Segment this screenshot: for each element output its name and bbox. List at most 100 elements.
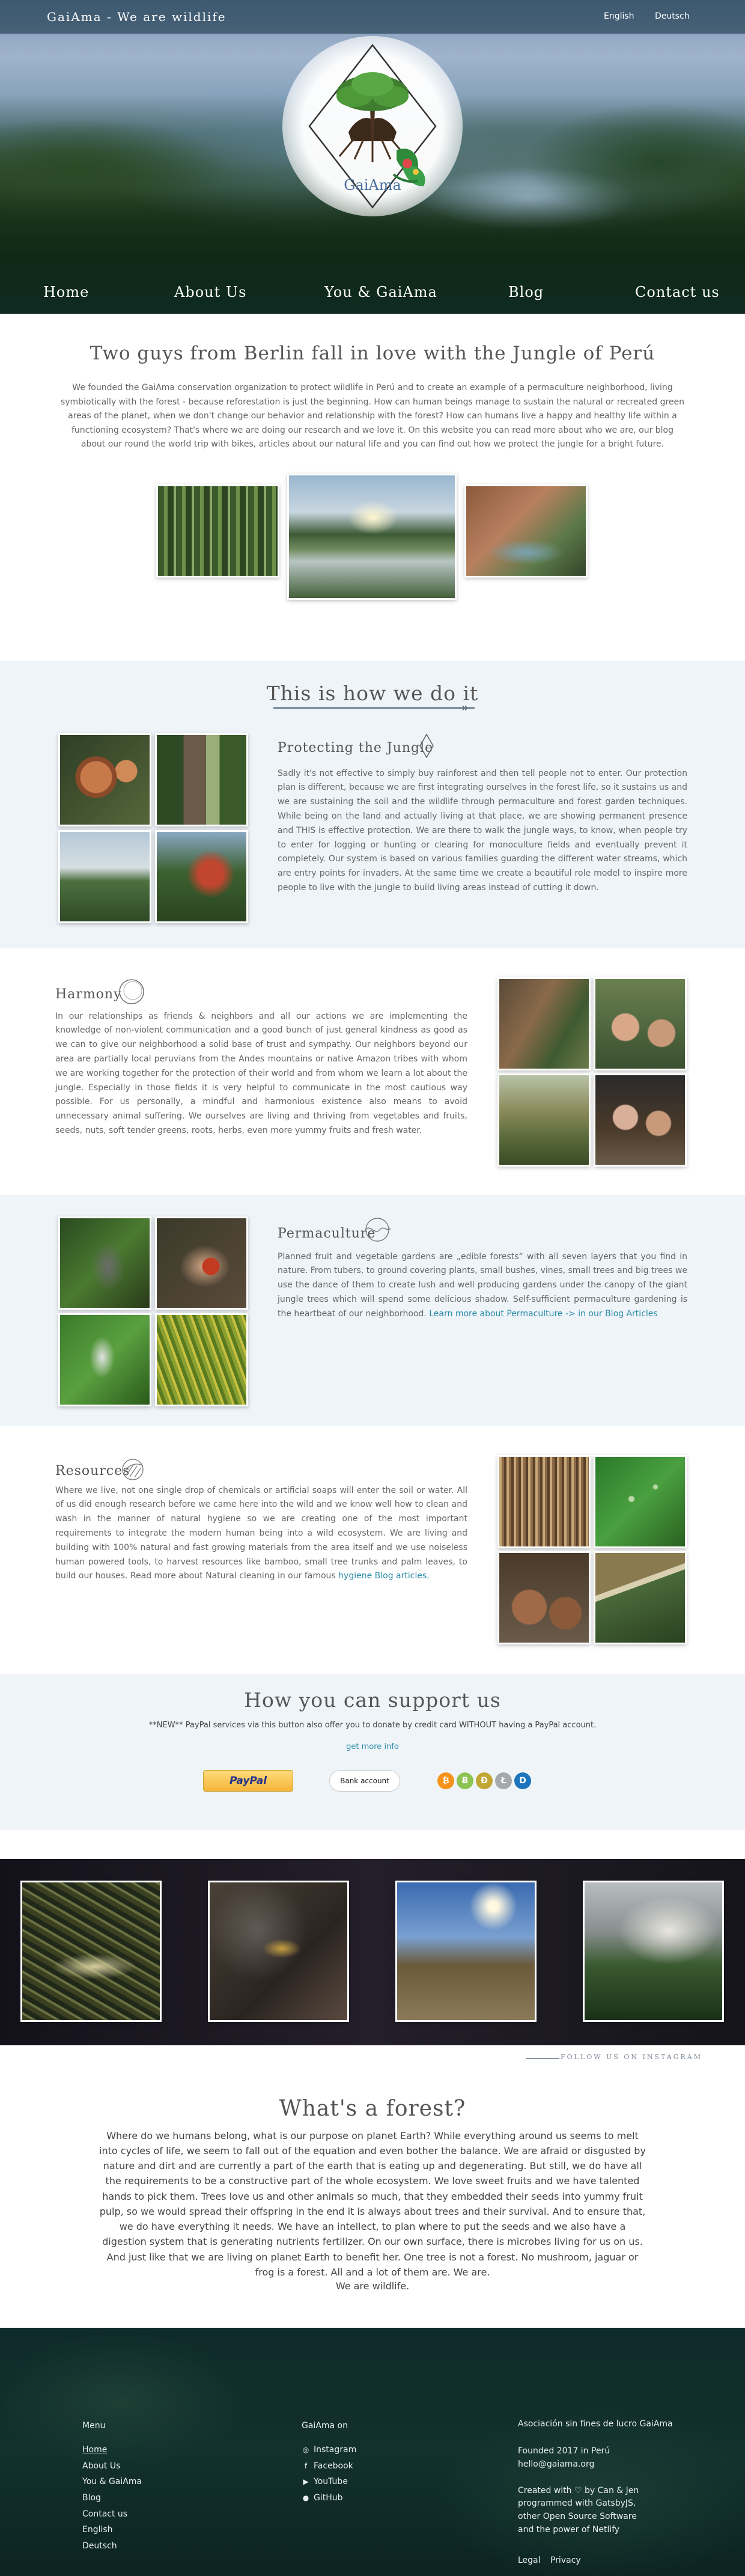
litecoin-icon[interactable]: Ł — [495, 1772, 512, 1789]
paypal-button[interactable]: PayPal — [203, 1769, 293, 1792]
instagram-icon: ◎ — [302, 2446, 309, 2455]
permaculture-photo-1[interactable] — [58, 1216, 151, 1310]
permaculture-photo-2[interactable] — [155, 1216, 248, 1310]
wave-icon — [365, 1217, 391, 1242]
nav-about-us[interactable]: About Us — [174, 281, 246, 304]
forest-title: What's a forest? — [279, 2096, 466, 2121]
bitcoin-cash-icon[interactable]: Ƀ — [457, 1772, 473, 1789]
intro-photo-forest[interactable] — [156, 484, 279, 578]
protect-photo-mushroom[interactable] — [58, 733, 151, 826]
nav-blog[interactable]: Blog — [508, 281, 544, 304]
footer-link-english[interactable]: English — [82, 2525, 113, 2535]
permaculture-blog-link[interactable]: Learn more about Permaculture -> in our … — [429, 1309, 657, 1319]
protect-photo-valley[interactable] — [58, 829, 151, 923]
footer-youtube-link[interactable]: ▶ YouTube — [302, 2477, 348, 2486]
instagram-photo-2[interactable] — [208, 1880, 349, 2022]
paypal-label: PayPal — [229, 1774, 267, 1787]
footer-link-deutsch[interactable]: Deutsch — [82, 2541, 117, 2551]
footer-email-link[interactable]: hello@gaiama.org — [518, 2459, 594, 2469]
footer-facebook-label: Facebook — [314, 2461, 353, 2471]
footer-youtube-label: YouTube — [314, 2477, 348, 2487]
instagram-photo-1[interactable] — [20, 1880, 162, 2022]
intro-title: Two guys from Berlin fall in love with t… — [90, 343, 655, 364]
footer-instagram-link[interactable]: ◎ Instagram — [302, 2445, 356, 2455]
resources-section: Resources Where we live, not one single … — [0, 1426, 745, 1674]
footer-github-link[interactable]: ● GitHub — [302, 2493, 343, 2503]
resources-photo-4[interactable] — [594, 1551, 687, 1644]
footer-link-home[interactable]: Home — [82, 2445, 107, 2455]
footer-founded: Founded 2017 in Perú — [518, 2446, 610, 2456]
nav-you-and-gaiama[interactable]: You & GaiAma — [324, 281, 437, 304]
follow-row: Follow us on Instagram — [0, 2045, 745, 2065]
bank-account-button[interactable]: Bank account — [329, 1769, 400, 1792]
language-deutsch[interactable]: Deutsch — [655, 10, 690, 23]
protect-photo-red-tree[interactable] — [155, 829, 248, 923]
diamond-icon — [419, 733, 434, 758]
bitcoin-icon[interactable]: ₿ — [437, 1772, 454, 1789]
nav-contact-us[interactable]: Contact us — [635, 281, 720, 304]
intro-photo-river[interactable] — [287, 473, 457, 600]
footer-instagram-label: Instagram — [314, 2445, 357, 2455]
protecting-heading: Protecting the Jungle — [278, 740, 434, 755]
forest-section: What's a forest? Where do we humans belo… — [0, 2065, 745, 2328]
leaf-icon — [122, 1458, 144, 1480]
arrow-icon: » — [461, 700, 469, 715]
footer-assoc-title: Asociación sin fines de lucro GaiAma — [518, 2419, 673, 2429]
follow-instagram-link[interactable]: Follow us on Instagram — [561, 2052, 702, 2062]
top-bar: GaiAma - We are wildlife English Deutsch — [0, 0, 745, 34]
dogecoin-icon[interactable]: Ð — [476, 1772, 493, 1789]
resources-photo-3[interactable] — [497, 1551, 591, 1644]
footer: Menu Home About Us You & GaiAma Blog Con… — [0, 2327, 745, 2576]
harmony-text: In our relationships as friends & neighb… — [55, 1011, 467, 1135]
harmony-photo-4[interactable] — [594, 1073, 687, 1167]
resources-photo-1[interactable] — [497, 1454, 591, 1548]
bank-label: Bank account — [340, 1776, 389, 1785]
get-more-info-link[interactable]: get more info — [0, 1741, 745, 1753]
brand-link[interactable]: GaiAma - We are wildlife — [47, 8, 227, 26]
youtube-icon: ▶ — [303, 2477, 309, 2486]
protect-photo-tree[interactable] — [155, 733, 248, 826]
facebook-icon: f — [304, 2461, 308, 2470]
circle-icon — [119, 978, 144, 1004]
harmony-section: Harmony In our relationships as friends … — [0, 948, 745, 1195]
footer-created-2: programmed with GatsbyJS, — [518, 2498, 636, 2509]
nav-home[interactable]: Home — [43, 281, 89, 304]
how-we-do-it-section: This is how we do it » Protecting the Ju… — [0, 661, 745, 948]
instagram-photo-4[interactable] — [583, 1880, 724, 2022]
support-title: How you can support us — [244, 1688, 501, 1712]
resources-text-body: Where we live, not one single drop of ch… — [55, 1485, 467, 1581]
instagram-photo-3[interactable] — [395, 1880, 537, 2022]
footer-created-3: other Open Source Software — [518, 2512, 637, 2522]
footer-menu: Menu Home About Us You & GaiAma Blog Con… — [82, 2418, 142, 2554]
footer-association: Asociación sin fines de lucro GaiAma Fou… — [518, 2418, 673, 2568]
github-icon: ● — [302, 2494, 309, 2502]
dash-icon[interactable]: D — [514, 1772, 531, 1789]
footer-link-you-gaiama[interactable]: You & GaiAma — [82, 2477, 142, 2486]
permaculture-photo-3[interactable] — [58, 1313, 151, 1406]
footer-facebook-link[interactable]: f Facebook — [302, 2461, 353, 2471]
main-nav: Home About Us You & GaiAma Blog Contact … — [0, 275, 745, 314]
follow-arrow-line — [526, 2057, 559, 2059]
footer-link-contact[interactable]: Contact us — [82, 2509, 127, 2519]
intro-text: We founded the GaiAma conservation organ… — [60, 383, 685, 450]
permaculture-photo-4[interactable] — [155, 1313, 248, 1406]
harmony-photo-3[interactable] — [497, 1073, 591, 1167]
harmony-heading: Harmony — [55, 986, 122, 1002]
harmony-photo-1[interactable] — [497, 977, 591, 1070]
intro-photo-stream[interactable] — [464, 484, 588, 578]
forest-text: Where do we humans belong, what is our p… — [99, 2129, 646, 2278]
footer-link-blog[interactable]: Blog — [82, 2493, 101, 2503]
footer-created-1: Created with ♡ by Can & Jen — [518, 2485, 639, 2495]
language-english[interactable]: English — [604, 10, 634, 23]
instagram-feed — [0, 1858, 745, 2045]
hygiene-blog-link[interactable]: hygiene Blog articles. — [338, 1571, 430, 1581]
logo-wordmark: GaiAma — [344, 177, 401, 194]
how-title: This is how we do it — [266, 681, 479, 705]
footer-menu-title: Menu — [82, 2420, 106, 2431]
footer-link-about[interactable]: About Us — [82, 2461, 120, 2471]
forest-closing: We are wildlife. — [335, 2280, 410, 2292]
hero: GaiAma - We are wildlife English Deutsch… — [0, 0, 745, 314]
resources-photo-2[interactable] — [594, 1454, 687, 1548]
harmony-photo-2[interactable] — [594, 977, 687, 1070]
paypal-note: **NEW** PayPal services via this button … — [148, 1720, 597, 1730]
